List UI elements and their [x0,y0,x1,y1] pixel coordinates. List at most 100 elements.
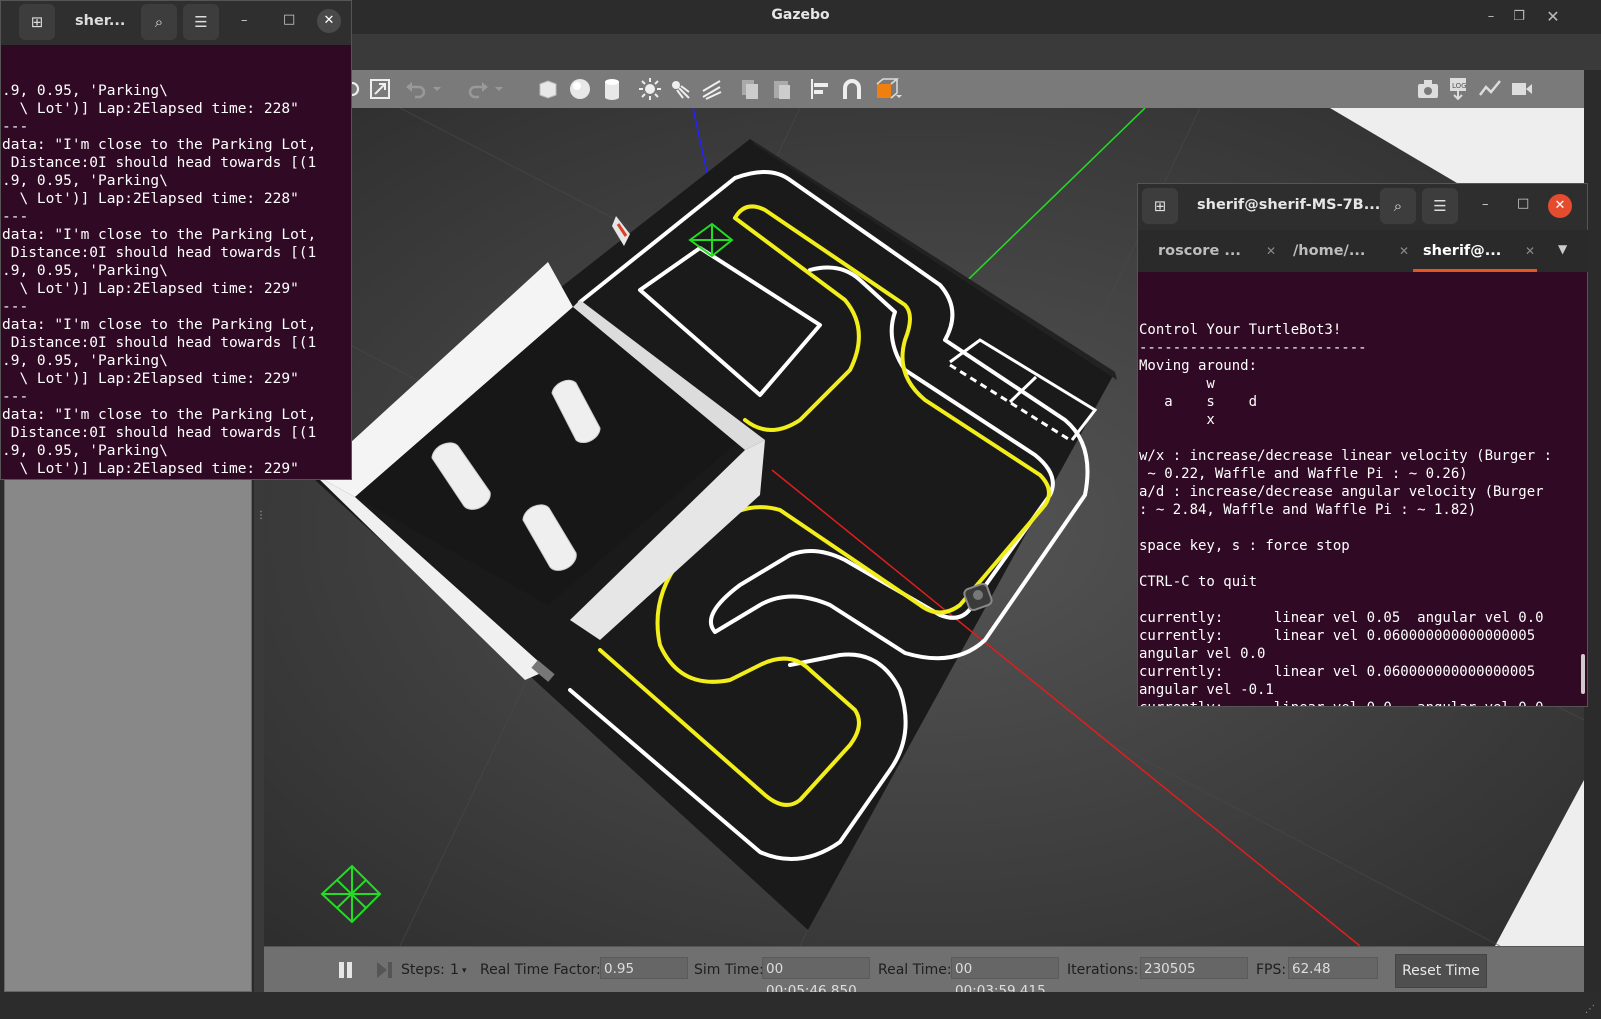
terminal-left-output[interactable]: .9, 0.95, 'Parking\ \ Lot')] Lap:2Elapse… [1,46,351,479]
record-video-icon[interactable] [1510,77,1534,101]
iterations-label: Iterations: [1067,962,1139,978]
hamburger-menu-icon[interactable]: ☰ [183,4,219,40]
maximize-icon[interactable]: □ [283,12,295,27]
term-left-line: Distance:0I should head towards [(1 [2,425,317,441]
tab-label: roscore ... [1158,243,1241,259]
term-left-line: Distance:0I should head towards [(1 [2,335,317,351]
terminal-left-title: sher... [75,13,126,29]
tab-close-icon[interactable]: ✕ [1399,230,1409,272]
term-left-line: --- [2,119,29,135]
fps-value: 62.48 [1288,957,1378,979]
tab-close-icon[interactable]: ✕ [1266,230,1276,272]
term-right-line: space key, s : force stop [1139,538,1350,554]
term-right-line [1139,555,1587,573]
terminal-right: ⊞ sherif@sherif-MS-7B... ⌕ ☰ – □ ✕ rosco… [1137,183,1589,707]
search-icon[interactable]: ⌕ [1380,188,1416,224]
undo-history-icon[interactable] [430,77,444,101]
maximize-icon[interactable]: □ [1517,196,1529,211]
term-right-line: a s d [1139,394,1258,410]
new-tab-icon[interactable]: ⊞ [19,4,55,40]
term-left-line: --- [2,299,29,315]
undo-icon[interactable] [404,77,428,101]
box-icon[interactable] [536,77,560,101]
term-left-line: .9, 0.95, 'Parking\ [2,83,168,99]
steps-dropdown-icon[interactable]: ▾ [462,966,467,976]
minimize-icon[interactable]: – [1482,197,1489,212]
tab-home[interactable]: /home/... ✕ [1293,230,1411,272]
svg-text:LOG: LOG [1452,82,1467,90]
paste-icon[interactable] [770,77,794,101]
sphere-icon[interactable] [568,77,592,101]
sim-time-label: Sim Time: [694,962,764,978]
resize-grip-icon[interactable]: ⋰ [1585,1004,1595,1015]
redo-history-icon[interactable] [492,77,506,101]
sun-icon[interactable] [638,77,662,101]
real-time-label: Real Time: [878,962,952,978]
term-right-line: currently: linear vel 0.05 angular vel 0… [1139,610,1544,626]
tab-roscore[interactable]: roscore ... ✕ [1158,230,1278,272]
tab-bar: roscore ... ✕ /home/... ✕ sherif@... ✕ ▼ [1138,230,1589,272]
term-right-line: currently: linear vel 0.0 angular vel 0.… [1139,699,1587,706]
step-icon[interactable] [376,961,394,979]
view-angle-icon[interactable] [874,77,904,101]
minimize-button[interactable]: – [1480,6,1502,28]
close-button[interactable]: ✕ [1542,6,1564,28]
restore-button[interactable]: ❐ [1508,6,1530,28]
term-right-line: CTRL-C to quit [1139,574,1258,590]
minimize-icon[interactable]: – [241,13,248,28]
term-right-line: currently: linear vel 0.0600000000000000… [1139,664,1536,680]
scale-icon[interactable] [368,77,392,101]
term-left-line: --- [2,209,29,225]
terminal-right-output[interactable]: Control Your TurtleBot3! ----------------… [1138,285,1587,706]
tab-sherif[interactable]: sherif@... ✕ [1413,230,1537,272]
snap-icon[interactable] [840,77,864,101]
hamburger-menu-icon[interactable]: ☰ [1422,188,1458,224]
tabs-dropdown-icon[interactable]: ▼ [1558,242,1567,256]
term-left-line: --- [2,478,351,479]
pause-icon[interactable] [338,961,354,979]
close-icon[interactable]: ✕ [1548,194,1572,218]
copy-icon[interactable] [738,77,762,101]
term-left-line: \ Lot')] Lap:2Elapsed time: 228" [2,101,299,117]
redo-icon[interactable] [466,77,490,101]
term-left-line: data: "I'm close to the Parking Lot, [2,227,317,243]
scrollbar-thumb[interactable] [1581,654,1585,694]
rtf-label: Real Time Factor: [480,962,601,978]
term-right-line: Moving around: [1139,358,1258,374]
reset-time-button[interactable]: Reset Time [1395,954,1487,988]
tab-close-icon[interactable]: ✕ [1525,230,1535,272]
search-icon[interactable]: ⌕ [141,4,177,40]
steps-value[interactable]: 1 [450,962,459,978]
term-left-line: data: "I'm close to the Parking Lot, [2,137,317,153]
term-left-line: data: "I'm close to the Parking Lot, [2,407,317,423]
term-left-line: \ Lot')] Lap:2Elapsed time: 229" [2,371,299,387]
cylinder-icon[interactable] [600,77,624,101]
term-left-line: data: "I'm close to the Parking Lot, [2,317,317,333]
directional-light-icon[interactable] [700,77,724,101]
term-right-line [1139,591,1587,609]
term-left-line: --- [2,389,29,405]
time-panel: Steps: 1 ▾ Real Time Factor: 0.95 Sim Ti… [264,946,1584,999]
term-right-line: ~ 0.22, Waffle and Waffle Pi : ~ 0.26) [1139,466,1468,482]
log-icon[interactable]: LOG [1446,77,1470,101]
new-tab-icon[interactable]: ⊞ [1142,188,1178,224]
terminal-right-title: sherif@sherif-MS-7B... [1197,197,1381,213]
plot-icon[interactable] [1478,77,1502,101]
iterations-value: 230505 [1140,957,1248,979]
align-icon[interactable] [808,77,832,101]
term-left-line: \ Lot')] Lap:2Elapsed time: 228" [2,191,299,207]
rtf-value: 0.95 [600,957,688,979]
term-right-line: a/d : increase/decrease angular velocity… [1139,484,1544,500]
term-right-line: angular vel 0.0 [1139,646,1266,662]
toolbar: LOG [264,70,1584,109]
screenshot-icon[interactable] [1416,77,1440,101]
term-right-line: x [1139,412,1215,428]
terminal-right-header: ⊞ sherif@sherif-MS-7B... ⌕ ☰ – □ ✕ rosco… [1138,184,1589,272]
spot-light-icon[interactable] [668,77,692,101]
term-right-line: angular vel -0.1 [1139,682,1274,698]
close-icon[interactable]: ✕ [317,9,341,33]
term-right-line: --------------------------- [1139,340,1367,356]
tab-label: sherif@... [1423,243,1502,259]
sim-time-value: 00 00:05:46.850 [762,957,870,999]
terminal-left-header: ⊞ sher... ⌕ ☰ – □ ✕ [1,1,351,45]
